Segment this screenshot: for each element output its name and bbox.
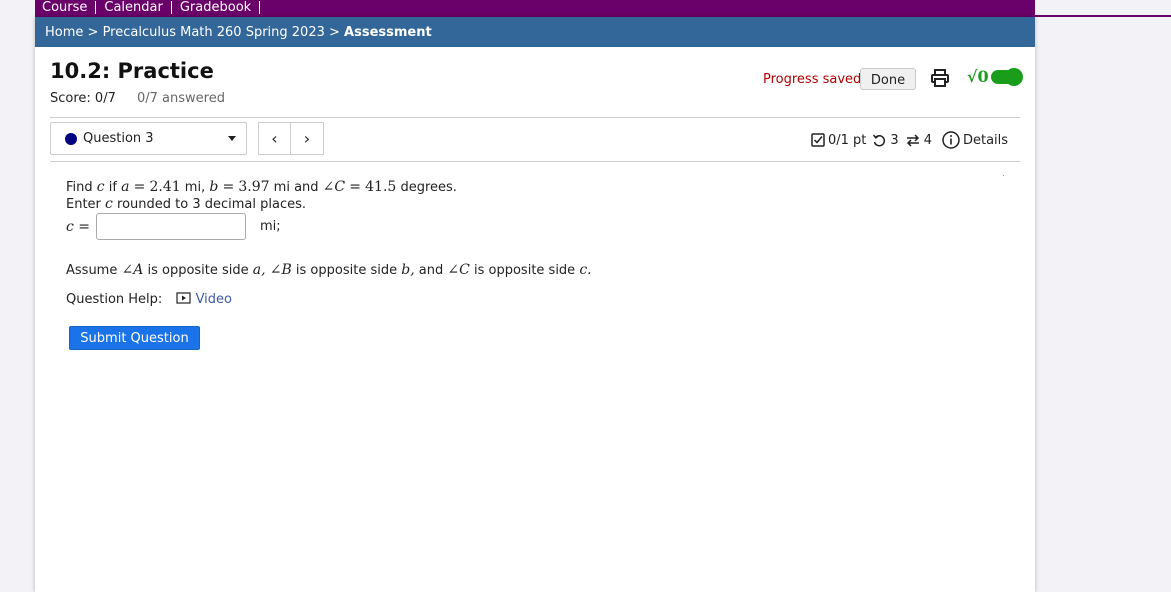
question-nav-buttons: ‹ ›	[258, 122, 324, 155]
answer-label: c =	[66, 219, 91, 235]
breadcrumb-current: Assessment	[344, 24, 432, 40]
video-help-link[interactable]: Video	[176, 292, 232, 307]
decorative-dot	[1003, 175, 1004, 176]
attempts-info: 4	[905, 133, 932, 148]
caret-down-icon	[228, 136, 236, 141]
question-instructions: Enter c rounded to 3 decimal places.	[66, 196, 307, 212]
checkbox-icon	[811, 133, 825, 147]
attempts-text: 4	[923, 132, 932, 148]
question-status-dot-icon	[65, 132, 77, 145]
breadcrumb-home[interactable]: Home	[45, 25, 83, 40]
divider	[50, 161, 1020, 162]
breadcrumb-sep: >	[83, 24, 103, 40]
points-info: 0/1 pt	[811, 133, 866, 148]
breadcrumb-course[interactable]: Precalculus Math 260 Spring 2023	[103, 25, 325, 40]
points-text: 0/1 pt	[828, 132, 867, 148]
details-button[interactable]: Details	[942, 131, 1008, 149]
nav-gradebook[interactable]: Gradebook	[172, 1, 261, 14]
nav-calendar[interactable]: Calendar	[96, 1, 172, 14]
question-help: Question Help: Video	[66, 292, 232, 307]
attempts-icon	[906, 133, 919, 147]
assumption-text: Assume ∠A is opposite side a, ∠B is oppo…	[66, 262, 592, 278]
page-title: 10.2: Practice	[50, 59, 214, 83]
submit-question-button[interactable]: Submit Question	[69, 326, 200, 350]
print-icon[interactable]	[930, 68, 950, 92]
retries-info: 3	[872, 132, 899, 148]
video-icon	[176, 292, 192, 304]
top-nav: Course Calendar Gradebook	[35, 0, 1035, 17]
answer-input[interactable]	[96, 213, 246, 240]
nav-course[interactable]: Course	[35, 1, 97, 14]
info-icon	[942, 131, 960, 149]
retries-text: 3	[890, 132, 899, 148]
assessment-page: Home > Precalculus Math 260 Spring 2023 …	[35, 17, 1035, 592]
math-entry-toggle[interactable]: √0	[967, 67, 1023, 86]
question-help-label: Question Help:	[66, 292, 163, 307]
question-prompt: Find c if a = 2.41 mi, b = 3.97 mi and ∠…	[66, 179, 457, 195]
answered-count: 0/7 answered	[137, 91, 225, 106]
score-text: Score: 0/7	[50, 91, 116, 106]
top-nav-line	[1035, 15, 1171, 17]
sqrt-icon: √0	[967, 67, 989, 86]
question-select[interactable]: Question 3	[50, 122, 247, 155]
breadcrumb-sep: >	[324, 24, 345, 40]
next-question-button[interactable]: ›	[291, 122, 324, 155]
toggle-switch[interactable]	[990, 67, 1023, 86]
progress-saved-status: Progress saved	[763, 72, 862, 87]
details-label: Details	[962, 132, 1009, 148]
question-select-value: Question 3	[83, 131, 154, 146]
answer-unit: mi;	[260, 219, 281, 234]
video-label: Video	[195, 292, 233, 307]
breadcrumb: Home > Precalculus Math 260 Spring 2023 …	[35, 17, 1035, 47]
done-button[interactable]: Done	[860, 68, 916, 90]
divider	[50, 117, 1020, 118]
retry-icon	[873, 134, 886, 146]
prev-question-button[interactable]: ‹	[258, 122, 291, 155]
question-info: 0/1 pt 3 4 Details	[811, 131, 1014, 149]
